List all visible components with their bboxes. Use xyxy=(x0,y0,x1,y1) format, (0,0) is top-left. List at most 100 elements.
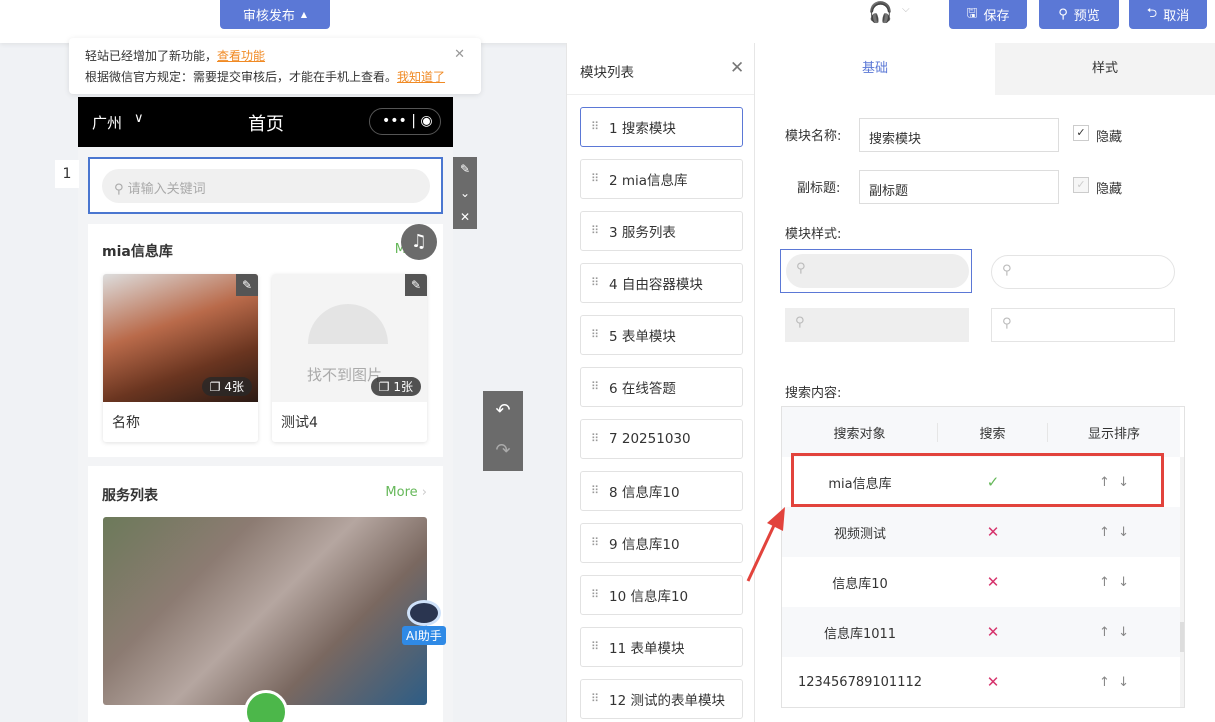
module-list-item[interactable]: ⠿ 5 表单模块 xyxy=(580,315,743,355)
search-input[interactable]: ⚲ 请输入关键词 xyxy=(102,169,430,203)
style-option-rounded-outline[interactable]: ⚲ xyxy=(991,255,1175,289)
save-label: 保存 xyxy=(983,9,1010,24)
arrow-line xyxy=(746,518,779,582)
music-icon[interactable]: ♫ xyxy=(401,224,437,260)
arrow-down-icon[interactable]: ↓ xyxy=(1118,525,1129,540)
module-list-item[interactable]: ⠿ 12 测试的表单模块 xyxy=(580,679,743,719)
module-list-item[interactable]: ⠿ 8 信息库10 xyxy=(580,471,743,511)
highlight-box xyxy=(791,453,1164,507)
module-label: 2 mia信息库 xyxy=(609,173,688,189)
cross-icon[interactable]: ✕ xyxy=(938,623,1048,641)
service-module[interactable]: 服务列表 More › xyxy=(88,466,443,722)
search-placeholder: 请输入关键词 xyxy=(127,182,206,197)
phone-preview: 广州 ∨ 首页 ••• | ◉ ⚲ 请输入关键词 mia信息库 More ♫ ✎… xyxy=(78,97,453,722)
phone-header: 广州 ∨ 首页 ••• | ◉ xyxy=(78,97,453,147)
redo-icon[interactable]: ↷ xyxy=(483,431,523,471)
cancel-button[interactable]: ⮌ 取消 xyxy=(1129,0,1207,29)
cross-icon[interactable]: ✕ xyxy=(938,523,1048,541)
hide-name-checkbox[interactable]: ✓ xyxy=(1073,125,1089,141)
arrow-up-icon[interactable]: ↑ xyxy=(1099,525,1110,540)
drag-handle-icon[interactable]: ⠿ xyxy=(591,537,601,548)
arrow-head xyxy=(767,507,785,531)
cross-icon[interactable]: ✕ xyxy=(938,673,1048,691)
headset-icon[interactable]: 🎧 xyxy=(868,0,893,24)
drag-handle-icon[interactable]: ⠿ xyxy=(591,173,601,184)
module-name-input[interactable]: 搜索模块 xyxy=(859,118,1059,152)
edit-icon[interactable]: ✎ xyxy=(236,274,258,296)
search-module[interactable]: ⚲ 请输入关键词 xyxy=(88,157,443,214)
history-toolbar: ↶ ↷ xyxy=(483,391,523,471)
tab-style[interactable]: 样式 xyxy=(995,43,1215,95)
module-label: 10 信息库10 xyxy=(609,589,689,605)
capsule-menu[interactable]: ••• | ◉ xyxy=(369,108,441,135)
edit-icon[interactable]: ✎ xyxy=(405,274,427,296)
info-item[interactable]: 找不到图片 ✎ ❐ 1张 测试4 xyxy=(272,274,427,442)
style-option-rounded-filled[interactable]: ⚲ xyxy=(780,249,972,293)
tab-basic[interactable]: 基础 xyxy=(755,43,995,95)
drag-handle-icon[interactable]: ⠿ xyxy=(591,121,601,132)
image-count-badge: ❐ 1张 xyxy=(370,377,421,396)
drag-handle-icon[interactable]: ⠿ xyxy=(591,641,601,652)
style-option-square-outline[interactable]: ⚲ xyxy=(991,308,1175,342)
module-list-item[interactable]: ⠿ 11 表单模块 xyxy=(580,627,743,667)
drag-handle-icon[interactable]: ⠿ xyxy=(591,485,601,496)
move-down-icon[interactable]: ⌄ xyxy=(453,181,477,205)
hide-label: 隐藏 xyxy=(1096,130,1123,145)
module-list-item[interactable]: ⠿ 2 mia信息库 xyxy=(580,159,743,199)
delete-icon[interactable]: ✕ xyxy=(453,205,477,229)
hide-label: 隐藏 xyxy=(1096,182,1123,197)
module-toolbar: ✎ ⌄ ✕ xyxy=(453,157,477,229)
item-name: 名称 xyxy=(112,415,140,431)
content-label: 搜索内容: xyxy=(785,386,842,401)
module-label: 6 在线答题 xyxy=(609,381,676,397)
more-link[interactable]: More xyxy=(385,485,417,500)
module-list-item[interactable]: ⠿ 4 自由容器模块 xyxy=(580,263,743,303)
close-icon[interactable]: ✕ xyxy=(730,58,744,78)
drag-handle-icon[interactable]: ⠿ xyxy=(591,693,601,704)
city-selector[interactable]: 广州 xyxy=(92,112,122,133)
undo-icon[interactable]: ↶ xyxy=(483,391,523,431)
drag-handle-icon[interactable]: ⠿ xyxy=(591,225,601,236)
notice-text: 根据微信官方规定：需要提交审核后，才能在手机上查看。 xyxy=(85,70,398,84)
table-header: 搜索对象 搜索 显示排序 xyxy=(782,407,1180,457)
module-list-item[interactable]: ⠿ 3 服务列表 xyxy=(580,211,743,251)
save-button[interactable]: 🖫 保存 xyxy=(949,0,1027,29)
drag-handle-icon[interactable]: ⠿ xyxy=(591,589,601,600)
arrow-up-icon[interactable]: ↑ xyxy=(1099,575,1110,590)
style-option-square-filled[interactable]: ⚲ xyxy=(785,308,969,342)
info-module[interactable]: mia信息库 More ♫ ✎ ❐ 4张 名称 找不到图片 ✎ ❐ 1张 测试4 xyxy=(88,224,443,457)
view-features-link[interactable]: 查看功能 xyxy=(217,49,265,63)
arrow-down-icon[interactable]: ↓ xyxy=(1118,625,1129,640)
arrow-up-icon[interactable]: ↑ xyxy=(1099,675,1110,690)
ai-assistant[interactable]: AI助手 xyxy=(402,600,446,645)
save-icon: 🖫 xyxy=(966,5,978,21)
hide-subtitle-checkbox[interactable]: ✓ xyxy=(1073,177,1089,193)
preview-button[interactable]: ⚲ 预览 xyxy=(1039,0,1119,29)
chevron-down-icon[interactable]: ⌵ xyxy=(902,4,910,15)
close-icon[interactable]: ✕ xyxy=(454,44,465,65)
target-name: 视频测试 xyxy=(833,526,886,542)
arrow-down-icon[interactable]: ↓ xyxy=(1118,675,1129,690)
cross-icon[interactable]: ✕ xyxy=(938,573,1048,591)
scrollbar[interactable] xyxy=(1180,457,1184,707)
arrow-up-icon[interactable]: ↑ xyxy=(1099,625,1110,640)
got-it-link[interactable]: 我知道了 xyxy=(397,70,445,84)
search-icon: ⚲ xyxy=(786,254,969,288)
info-item[interactable]: ✎ ❐ 4张 名称 xyxy=(103,274,258,442)
module-list-item[interactable]: ⠿ 10 信息库10 xyxy=(580,575,743,615)
module-list-item[interactable]: ⠿ 7 20251030 xyxy=(580,419,743,459)
drag-handle-icon[interactable]: ⠿ xyxy=(591,433,601,444)
drag-handle-icon[interactable]: ⠿ xyxy=(591,381,601,392)
scrollbar-thumb[interactable] xyxy=(1180,622,1184,652)
module-list-item[interactable]: ⠿ 6 在线答题 xyxy=(580,367,743,407)
drag-handle-icon[interactable]: ⠿ xyxy=(591,277,601,288)
arrow-down-icon[interactable]: ↓ xyxy=(1118,575,1129,590)
module-list-item[interactable]: ⠿ 9 信息库10 xyxy=(580,523,743,563)
module-list-item[interactable]: ⠿ 1 搜索模块 xyxy=(580,107,743,147)
edit-icon[interactable]: ✎ xyxy=(453,157,477,181)
subtitle-input[interactable]: 副标题 xyxy=(859,170,1059,204)
table-row: 信息库10 ✕ ↑ ↓ xyxy=(782,557,1180,607)
publish-button[interactable]: 审核发布 ▲ xyxy=(220,0,330,29)
count: 4张 xyxy=(224,380,244,394)
drag-handle-icon[interactable]: ⠿ xyxy=(591,329,601,340)
